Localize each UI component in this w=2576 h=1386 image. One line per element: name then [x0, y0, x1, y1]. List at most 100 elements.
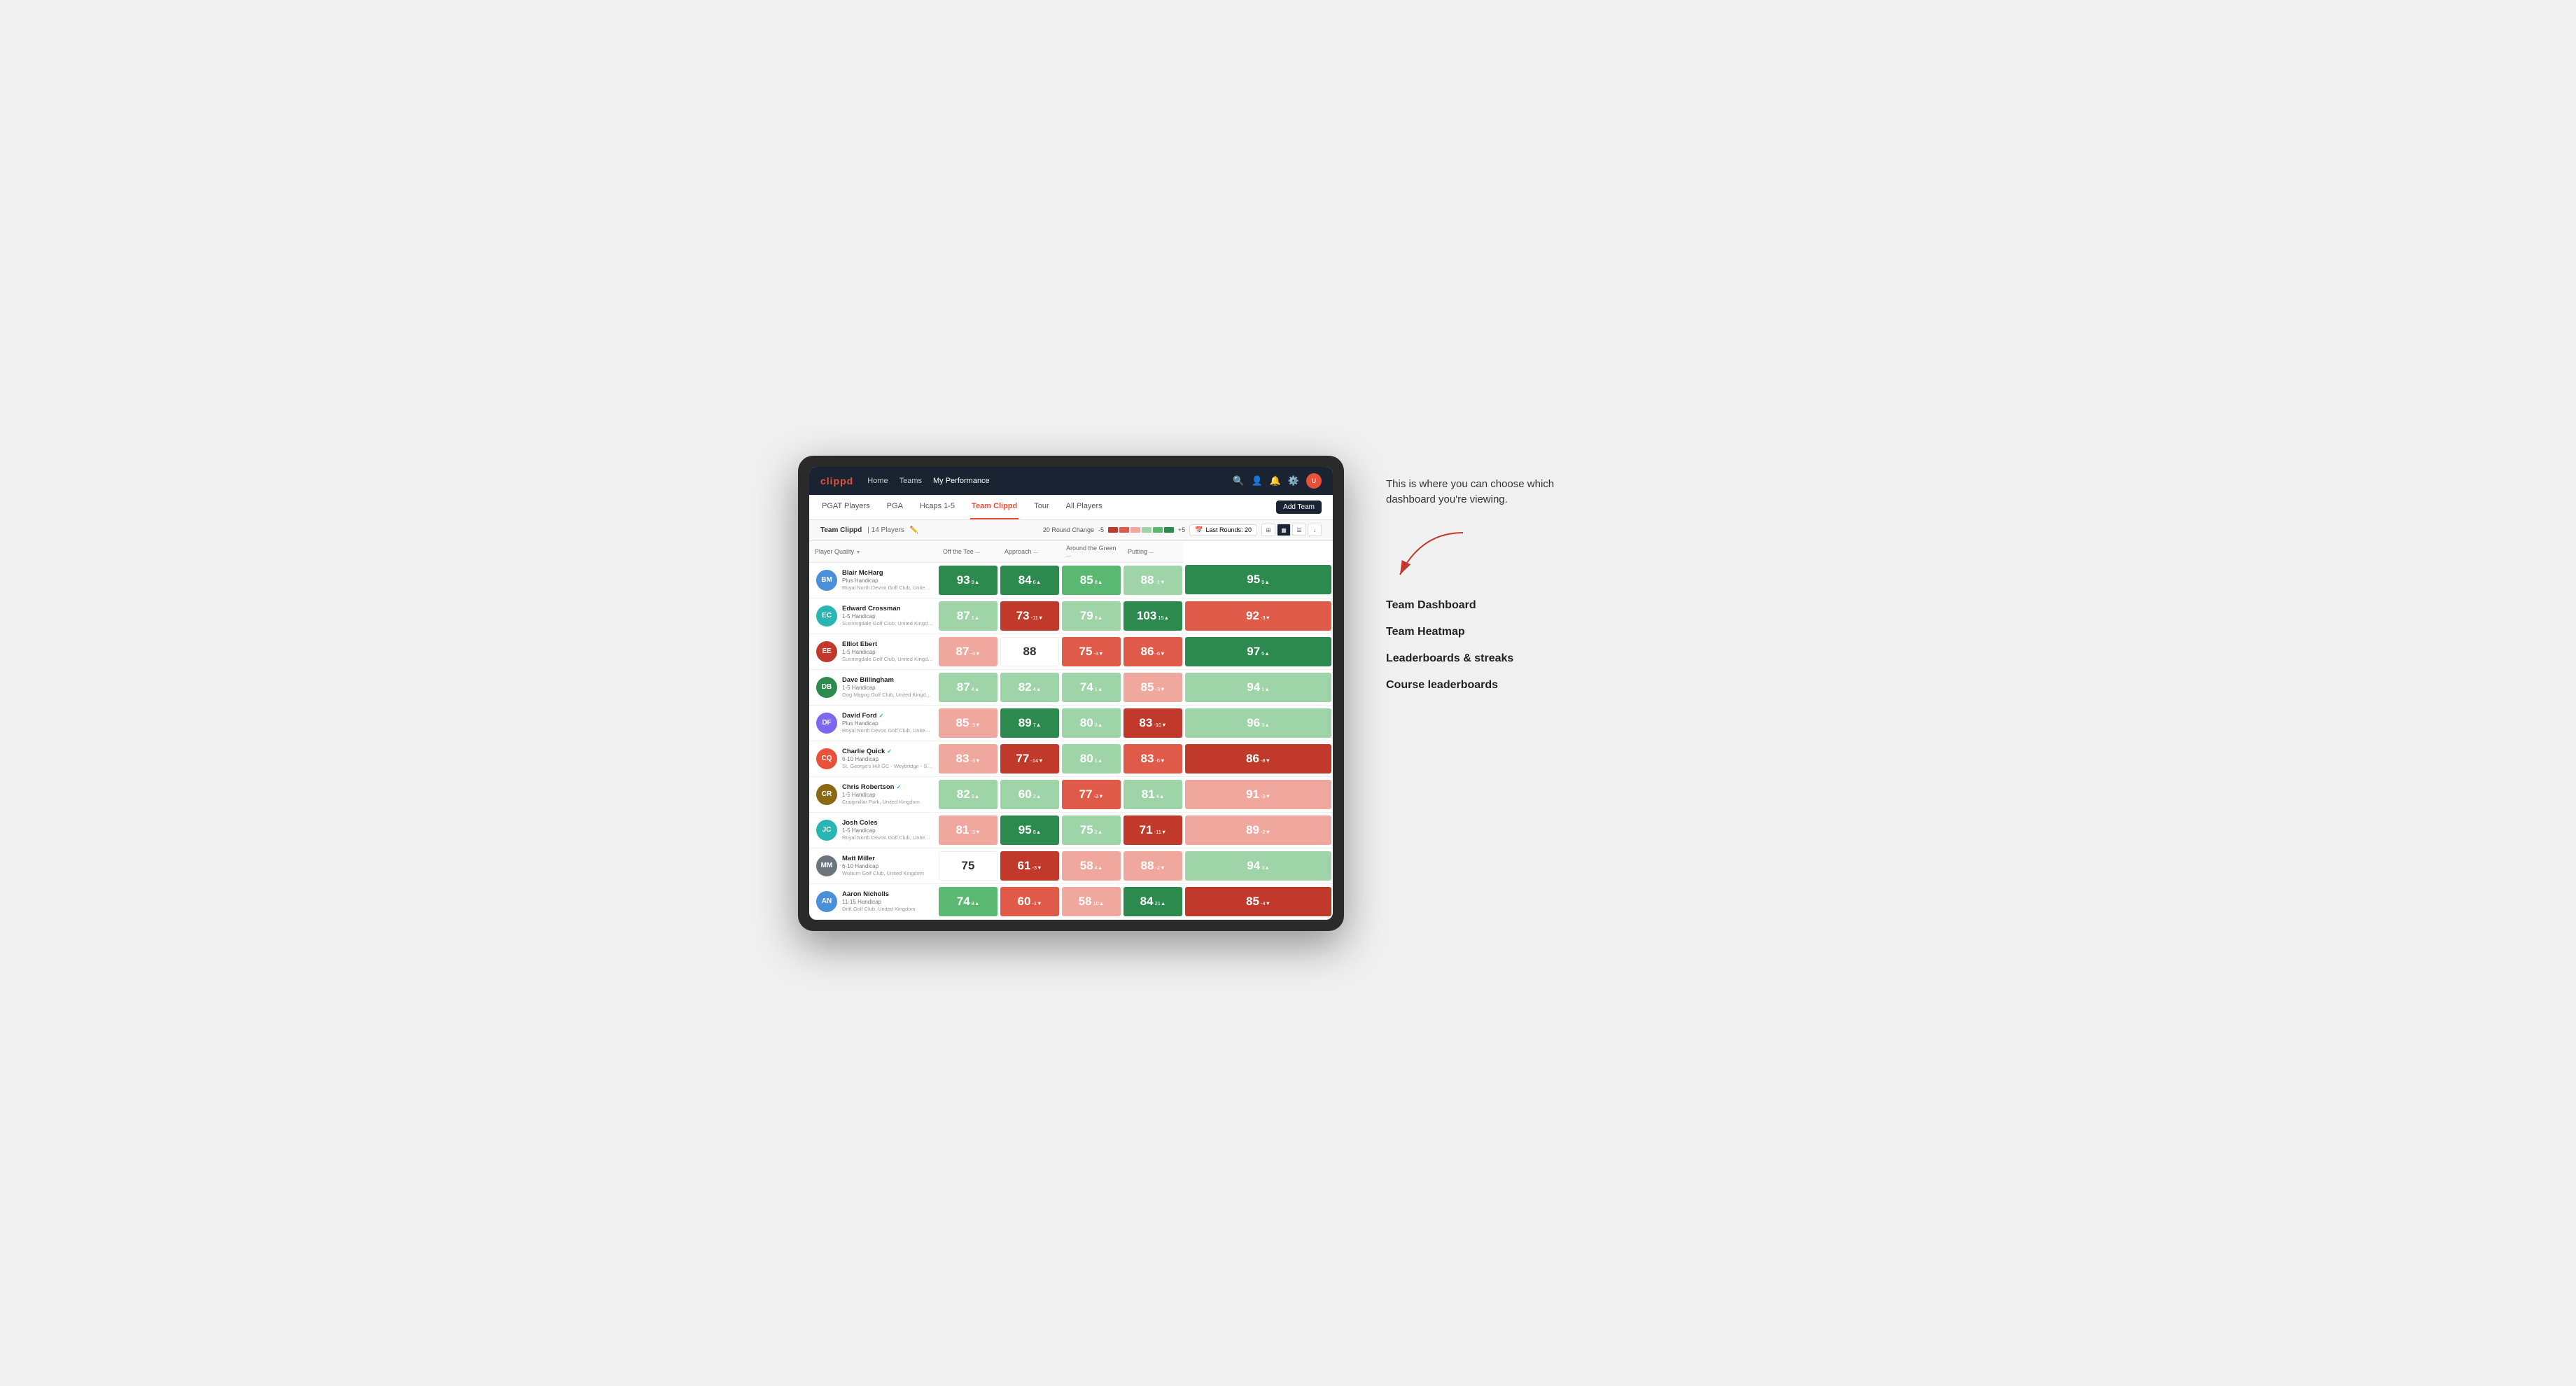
score-box: 79 9▲ — [1062, 601, 1121, 631]
score-cell: 71 -11▼ — [1122, 812, 1184, 848]
score-change: -1▼ — [1155, 579, 1165, 585]
score-cell: 94 1▲ — [1184, 669, 1333, 705]
nav-home[interactable]: Home — [867, 475, 888, 486]
team-name: Team Clippd — [820, 526, 862, 534]
option-course-leaderboards[interactable]: Course leaderboards — [1386, 679, 1596, 692]
score-change: 10▲ — [1093, 900, 1105, 906]
score-change: -4▼ — [1261, 900, 1270, 906]
player-info: CQ Charlie Quick ✓ 6-10 Handicap St. Geo… — [809, 745, 937, 772]
score-cell: 73 -11▼ — [999, 598, 1060, 634]
score-cell: 74 8▲ — [937, 883, 999, 919]
option-team-dashboard[interactable]: Team Dashboard — [1386, 599, 1596, 612]
table-row[interactable]: EE Elliot Ebert 1-5 Handicap Sunningdale… — [809, 634, 1333, 669]
score-cell: 81 -3▼ — [937, 812, 999, 848]
table-row[interactable]: AN Aaron Nicholls 11-15 Handicap Drift G… — [809, 883, 1333, 919]
settings-icon[interactable]: ⚙️ — [1288, 475, 1299, 486]
option-team-heatmap[interactable]: Team Heatmap — [1386, 626, 1596, 638]
nav-my-performance[interactable]: My Performance — [933, 475, 990, 486]
score-change: -11▼ — [1154, 829, 1167, 835]
player-club: Sunningdale Golf Club, United Kingdom — [842, 656, 933, 662]
player-details: Matt Miller 6-10 Handicap Woburn Golf Cl… — [842, 855, 924, 876]
list-view-button[interactable]: ☰ — [1292, 524, 1306, 536]
score-change: -3▼ — [970, 650, 980, 657]
player-handicap: 6-10 Handicap — [842, 756, 933, 762]
last-rounds-button[interactable]: 📅 Last Rounds: 20 — [1189, 524, 1257, 536]
score-change: -3▼ — [970, 757, 980, 764]
grid-view-button[interactable]: ⊞ — [1261, 524, 1275, 536]
player-handicap: 11-15 Handicap — [842, 899, 916, 905]
score-box: 95 8▲ — [1000, 816, 1059, 845]
score-cell: 89 7▲ — [999, 705, 1060, 741]
score-cell: 83 -3▼ — [937, 741, 999, 776]
data-table: Player Quality ▼ Off the Tee — Approach … — [809, 541, 1333, 920]
score-value: 85 — [1140, 680, 1154, 694]
score-value: 84 — [1018, 573, 1032, 587]
score-box: 82 4▲ — [1000, 673, 1059, 702]
score-change: -3▼ — [1093, 793, 1103, 799]
table-row[interactable]: EC Edward Crossman 1-5 Handicap Sunningd… — [809, 598, 1333, 634]
notification-icon[interactable]: 🔔 — [1270, 475, 1281, 486]
table-row[interactable]: BM Blair McHarg Plus Handicap Royal Nort… — [809, 562, 1333, 598]
score-box: 91 -3▼ — [1185, 780, 1331, 809]
add-team-button[interactable]: Add Team — [1276, 500, 1322, 514]
score-box: 97 5▲ — [1185, 637, 1331, 666]
score-box: 81 4▲ — [1124, 780, 1182, 809]
tab-pgat-players[interactable]: PGAT Players — [820, 495, 872, 519]
score-box: 71 -11▼ — [1124, 816, 1182, 845]
player-name: Blair McHarg — [842, 569, 933, 577]
verified-icon: ✓ — [879, 713, 884, 719]
option-leaderboards[interactable]: Leaderboards & streaks — [1386, 652, 1596, 665]
page-wrapper: clippd Home Teams My Performance 🔍 👤 🔔 ⚙… — [798, 456, 1778, 931]
score-change: 9▲ — [972, 579, 980, 585]
player-name: David Ford ✓ — [842, 712, 933, 720]
score-box: 87 4▲ — [939, 673, 997, 702]
player-handicap: 1-5 Handicap — [842, 792, 920, 798]
heatmap-seg-6 — [1164, 527, 1174, 533]
tab-pga[interactable]: PGA — [886, 495, 904, 519]
table-row[interactable]: DB Dave Billingham 1-5 Handicap Gog Mago… — [809, 669, 1333, 705]
table-row[interactable]: MM Matt Miller 6-10 Handicap Woburn Golf… — [809, 848, 1333, 883]
score-change: -14▼ — [1030, 757, 1043, 764]
download-button[interactable]: ↓ — [1308, 524, 1322, 536]
score-box: 89 7▲ — [1000, 708, 1059, 738]
score-value: 58 — [1079, 895, 1092, 909]
nav-links: Home Teams My Performance — [867, 475, 1219, 486]
score-cell: 77 -14▼ — [999, 741, 1060, 776]
player-details: Josh Coles 1-5 Handicap Royal North Devo… — [842, 819, 933, 841]
heatmap-bar — [1108, 527, 1174, 533]
score-change: 8▲ — [972, 900, 980, 906]
tab-hcaps[interactable]: Hcaps 1-5 — [918, 495, 956, 519]
score-value: 81 — [1142, 788, 1155, 802]
table-row[interactable]: DF David Ford ✓ Plus Handicap Royal Nort… — [809, 705, 1333, 741]
score-change: -6▼ — [1155, 650, 1165, 657]
score-cell: 89 -2▼ — [1184, 812, 1333, 848]
score-value: 85 — [1080, 573, 1093, 587]
tab-team-clippd[interactable]: Team Clippd — [970, 495, 1018, 519]
score-box: 88 -1▼ — [1124, 566, 1182, 595]
score-cell: 61 -3▼ — [999, 848, 1060, 883]
player-avatar: MM — [816, 855, 837, 876]
table-row[interactable]: JC Josh Coles 1-5 Handicap Royal North D… — [809, 812, 1333, 848]
score-box: 84 21▲ — [1124, 887, 1182, 916]
tab-all-players[interactable]: All Players — [1065, 495, 1104, 519]
player-name: Elliot Ebert — [842, 640, 933, 648]
score-value: 80 — [1080, 716, 1093, 730]
avatar[interactable]: U — [1306, 473, 1322, 489]
heatmap-seg-2 — [1119, 527, 1129, 533]
table-row[interactable]: CR Chris Robertson ✓ 1-5 Handicap Craigm… — [809, 776, 1333, 812]
player-info: EE Elliot Ebert 1-5 Handicap Sunningdale… — [809, 638, 937, 665]
edit-icon[interactable]: ✏️ — [910, 526, 918, 534]
player-avatar: EE — [816, 641, 837, 662]
search-icon[interactable]: 🔍 — [1233, 475, 1244, 486]
table-row[interactable]: CQ Charlie Quick ✓ 6-10 Handicap St. Geo… — [809, 741, 1333, 776]
tab-tour[interactable]: Tour — [1032, 495, 1050, 519]
heatmap-view-button[interactable]: ▦ — [1277, 524, 1291, 536]
score-value: 94 — [1247, 680, 1260, 694]
score-cell: 87 -3▼ — [937, 634, 999, 669]
score-cell: 95 8▲ — [999, 812, 1060, 848]
score-box: 74 8▲ — [939, 887, 997, 916]
player-info: AN Aaron Nicholls 11-15 Handicap Drift G… — [809, 888, 937, 915]
nav-teams[interactable]: Teams — [899, 475, 922, 486]
profile-icon[interactable]: 👤 — [1251, 475, 1262, 486]
player-name: Edward Crossman — [842, 605, 933, 612]
